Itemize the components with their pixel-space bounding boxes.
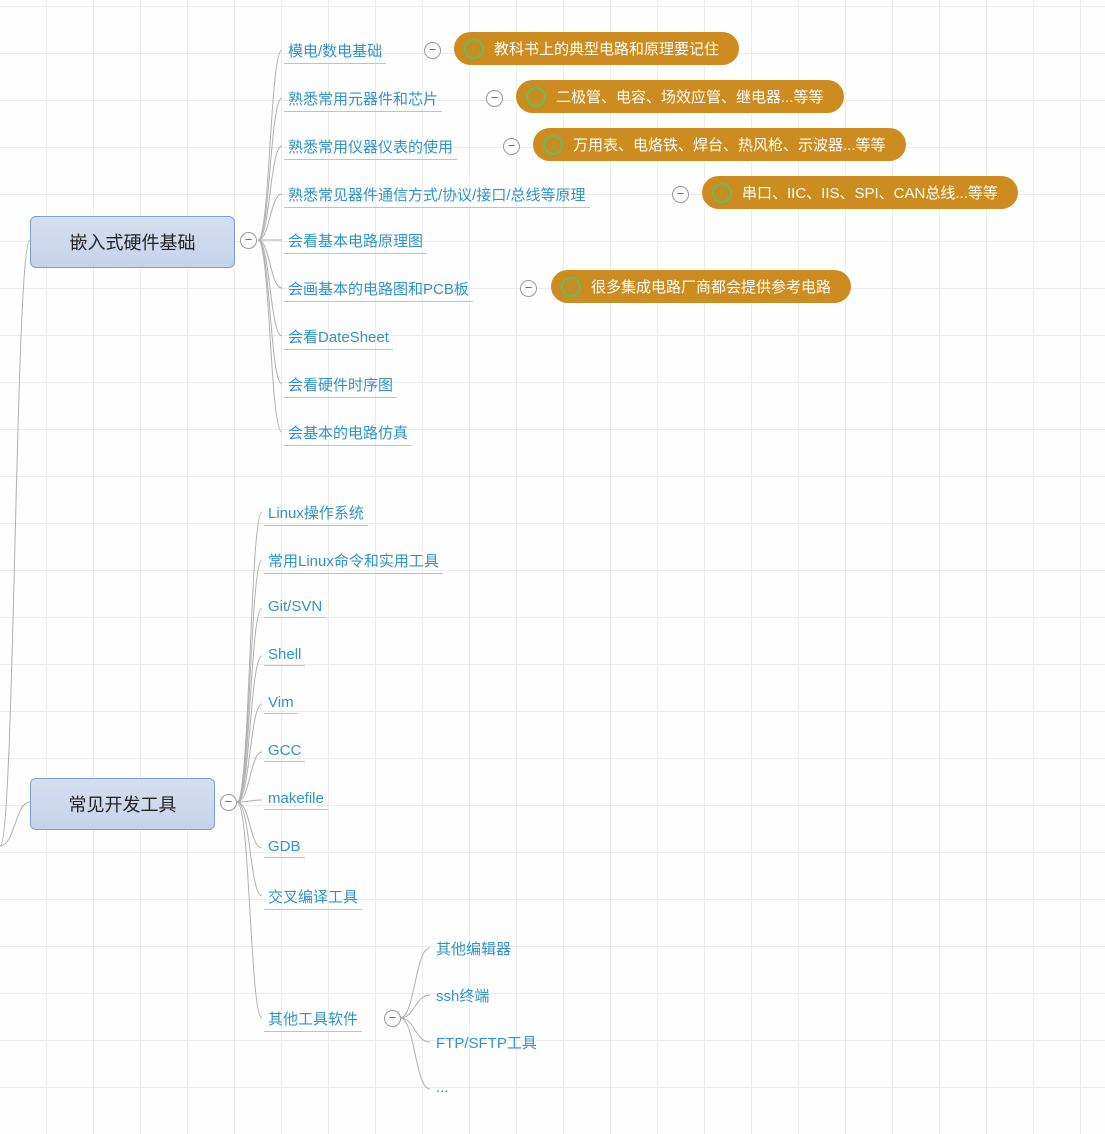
node-tool-linux[interactable]: Linux操作系统 (264, 502, 368, 526)
node-other-ftp[interactable]: FTP/SFTP工具 (432, 1032, 541, 1055)
node-tool-gdb[interactable]: GDB (264, 838, 305, 858)
node-other-editor[interactable]: 其他编辑器 (432, 938, 515, 961)
node-hw-analog-digital[interactable]: 模电/数电基础 (284, 40, 386, 64)
collapse-toggle[interactable] (384, 1010, 401, 1027)
note-text: 万用表、电烙铁、焊台、热风枪、示波器...等等 (573, 134, 886, 155)
node-other-more[interactable]: ... (432, 1079, 453, 1098)
node-tool-git[interactable]: Git/SVN (264, 598, 326, 618)
note-text: 二极管、电容、场效应管、继电器...等等 (556, 86, 824, 107)
node-tool-other[interactable]: 其他工具软件 (264, 1008, 362, 1032)
note-hw-1: 二极管、电容、场效应管、继电器...等等 (516, 80, 844, 113)
collapse-toggle[interactable] (520, 280, 537, 297)
node-hw-instruments[interactable]: 熟悉常用仪器仪表的使用 (284, 136, 457, 160)
arrow-up-icon (526, 87, 546, 107)
collapse-toggle[interactable] (240, 232, 257, 249)
note-hw-0: 教科书上的典型电路和原理要记住 (454, 32, 739, 65)
node-hw-components[interactable]: 熟悉常用元器件和芯片 (284, 88, 442, 112)
node-hw-protocols[interactable]: 熟悉常见器件通信方式/协议/接口/总线等原理 (284, 184, 590, 208)
collapse-toggle[interactable] (486, 90, 503, 107)
connector-lines (0, 0, 1105, 1134)
note-hw-2: 万用表、电烙铁、焊台、热风枪、示波器...等等 (533, 128, 906, 161)
node-tool-linuxcmd[interactable]: 常用Linux命令和实用工具 (264, 550, 443, 574)
arrow-up-icon (543, 135, 563, 155)
node-tool-makefile[interactable]: makefile (264, 790, 328, 810)
root-node-hardware[interactable]: 嵌入式硬件基础 (30, 216, 235, 268)
collapse-toggle[interactable] (672, 186, 689, 203)
note-text: 串口、IIC、IIS、SPI、CAN总线...等等 (742, 182, 998, 203)
node-hw-schematic[interactable]: 会看基本电路原理图 (284, 230, 427, 254)
arrow-up-icon (464, 39, 484, 59)
node-hw-datasheet[interactable]: 会看DateSheet (284, 326, 393, 350)
note-hw-5: 很多集成电路厂商都会提供参考电路 (551, 270, 851, 303)
node-tool-vim[interactable]: Vim (264, 694, 298, 714)
note-text: 教科书上的典型电路和原理要记住 (494, 38, 719, 59)
collapse-toggle[interactable] (220, 794, 237, 811)
node-other-ssh[interactable]: ssh终端 (432, 985, 493, 1008)
note-hw-3: 串口、IIC、IIS、SPI、CAN总线...等等 (702, 176, 1018, 209)
collapse-toggle[interactable] (503, 138, 520, 155)
node-tool-gcc[interactable]: GCC (264, 742, 305, 762)
node-hw-timing[interactable]: 会看硬件时序图 (284, 374, 397, 398)
arrow-up-icon (561, 277, 581, 297)
node-tool-shell[interactable]: Shell (264, 646, 305, 666)
node-tool-cross[interactable]: 交叉编译工具 (264, 886, 362, 910)
note-text: 很多集成电路厂商都会提供参考电路 (591, 276, 831, 297)
arrow-up-icon (712, 183, 732, 203)
root-node-dev-tools[interactable]: 常见开发工具 (30, 778, 215, 830)
node-hw-simulation[interactable]: 会基本的电路仿真 (284, 422, 412, 446)
node-hw-pcb[interactable]: 会画基本的电路图和PCB板 (284, 278, 473, 302)
collapse-toggle[interactable] (424, 42, 441, 59)
